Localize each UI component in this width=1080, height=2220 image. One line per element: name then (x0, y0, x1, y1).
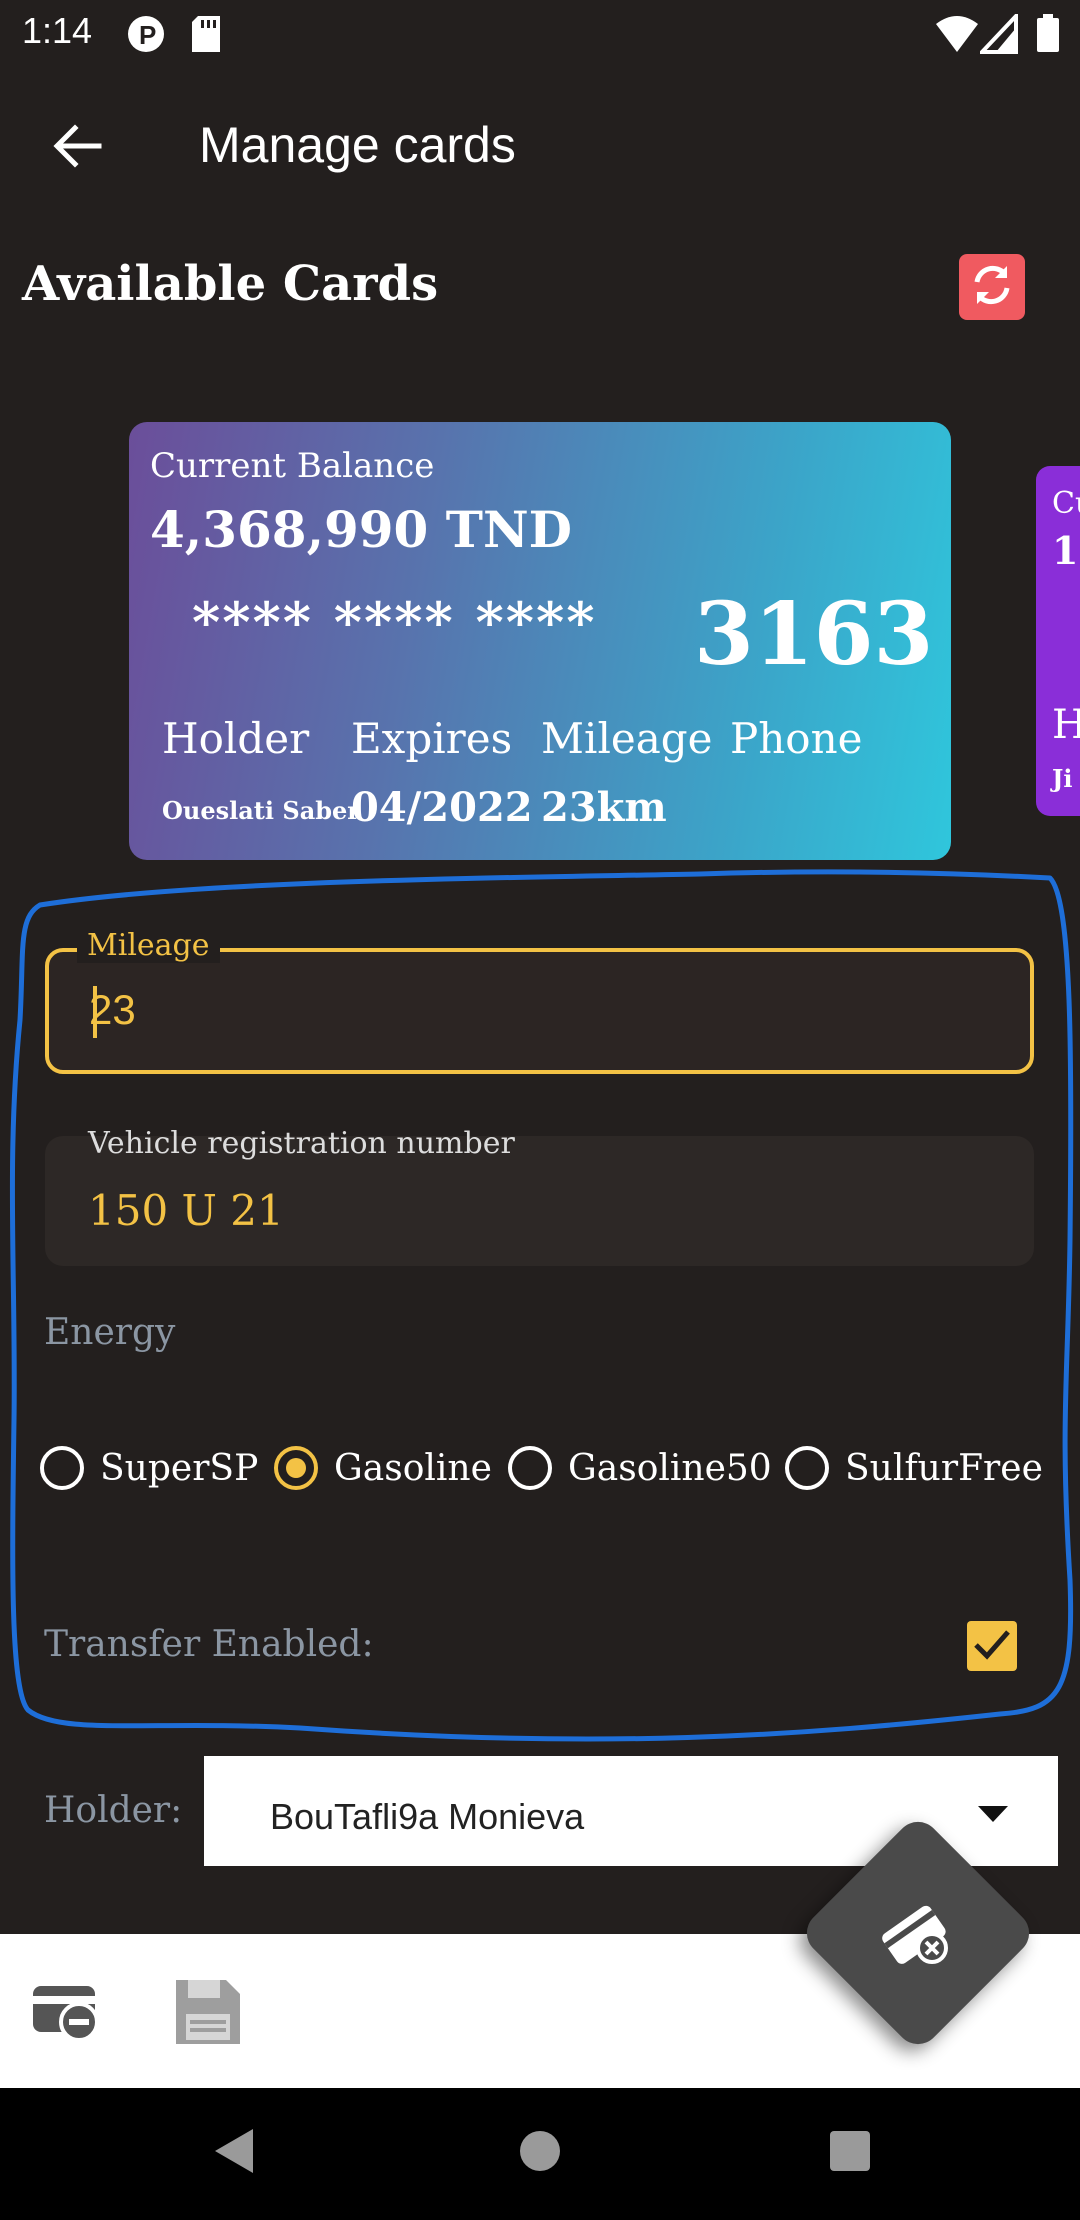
peek-line-4: Ji (1052, 764, 1073, 793)
radio-circle-icon (40, 1446, 84, 1490)
next-card-peek[interactable]: Cu 10 H Ji (1036, 466, 1080, 816)
card-remove-icon (31, 1980, 101, 2048)
svg-text:P: P (139, 20, 156, 50)
recents-square-icon (828, 2129, 872, 2177)
home-circle-icon (518, 2129, 562, 2177)
vehicle-registration-label: Vehicle registration number (88, 1126, 515, 1161)
peek-line-1: Cu (1052, 486, 1080, 521)
battery-icon (1036, 14, 1060, 58)
radio-gasoline[interactable]: Gasoline (274, 1438, 492, 1498)
holder-selected-value: BouTafli9a Monieva (270, 1796, 585, 1837)
p-badge-icon: P (126, 14, 166, 58)
radio-circle-icon (785, 1446, 829, 1490)
phone-header: Phone (730, 714, 863, 763)
mileage-value-card: 23km (541, 784, 667, 831)
remove-card-button[interactable] (26, 1974, 106, 2054)
signal-icon (977, 10, 1018, 58)
checkmark-icon (972, 1627, 1012, 1665)
balance-label: Current Balance (150, 446, 435, 486)
holder-label: Holder: (44, 1790, 183, 1831)
arrow-left-icon (53, 124, 103, 172)
refresh-icon (969, 262, 1015, 312)
radio-checked-icon (274, 1446, 318, 1490)
back-button[interactable] (40, 110, 116, 186)
sd-card-icon (190, 14, 222, 58)
nav-back-button[interactable] (200, 2118, 270, 2188)
radio-sulfurfree[interactable]: SulfurFree (785, 1438, 1043, 1498)
balance-value: 4,368,990 TND (150, 500, 573, 559)
transfer-enabled-checkbox[interactable] (967, 1621, 1017, 1671)
radio-label: Gasoline50 (568, 1447, 772, 1489)
wifi-icon (934, 14, 980, 58)
save-icon (174, 1978, 242, 2050)
radio-label: SuperSP (100, 1447, 259, 1489)
holder-value: Oueslati Saber (162, 796, 360, 825)
vehicle-registration-field[interactable]: Vehicle registration number 150 U 21 (45, 1126, 1034, 1266)
expires-value: 04/2022 (351, 784, 533, 831)
energy-label: Energy (44, 1312, 176, 1353)
system-nav-bar (0, 2088, 1080, 2220)
expires-header: Expires (351, 714, 513, 763)
vehicle-registration-input[interactable]: 150 U 21 (88, 1186, 284, 1235)
nav-home-button[interactable] (505, 2118, 575, 2188)
section-title: Available Cards (22, 256, 439, 312)
mileage-header: Mileage (541, 714, 713, 763)
radio-circle-icon (508, 1446, 552, 1490)
dropdown-arrow-icon (978, 1806, 1008, 1826)
radio-label: SulfurFree (845, 1447, 1043, 1489)
page-title: Manage cards (199, 117, 516, 173)
holder-header: Holder (162, 714, 310, 763)
mileage-label: Mileage (77, 928, 220, 963)
card-number-masked: **** **** **** (192, 590, 597, 654)
card-cancel-icon (868, 1882, 968, 1982)
save-button[interactable] (168, 1974, 248, 2054)
mileage-field[interactable]: Mileage 23 (45, 928, 1034, 1074)
screen: 1:14 P Manage cards Available Cards Curr… (0, 0, 1080, 2220)
status-time: 1:14 (22, 10, 93, 51)
nav-recents-button[interactable] (815, 2118, 885, 2188)
radio-supersp[interactable]: SuperSP (40, 1438, 258, 1498)
back-triangle-icon (213, 2127, 257, 2179)
refresh-button[interactable] (959, 254, 1025, 320)
peek-line-2: 10 (1052, 528, 1080, 573)
transfer-enabled-label: Transfer Enabled: (44, 1624, 374, 1665)
radio-label: Gasoline (334, 1447, 492, 1489)
radio-gasoline50[interactable]: Gasoline50 (508, 1438, 772, 1498)
text-cursor (93, 986, 97, 1038)
balance-card[interactable]: Current Balance 4,368,990 TND **** **** … (129, 422, 951, 860)
status-bar: 1:14 P (0, 0, 1080, 66)
card-number-last4: 3163 (694, 584, 934, 685)
peek-line-3: H (1052, 702, 1080, 748)
